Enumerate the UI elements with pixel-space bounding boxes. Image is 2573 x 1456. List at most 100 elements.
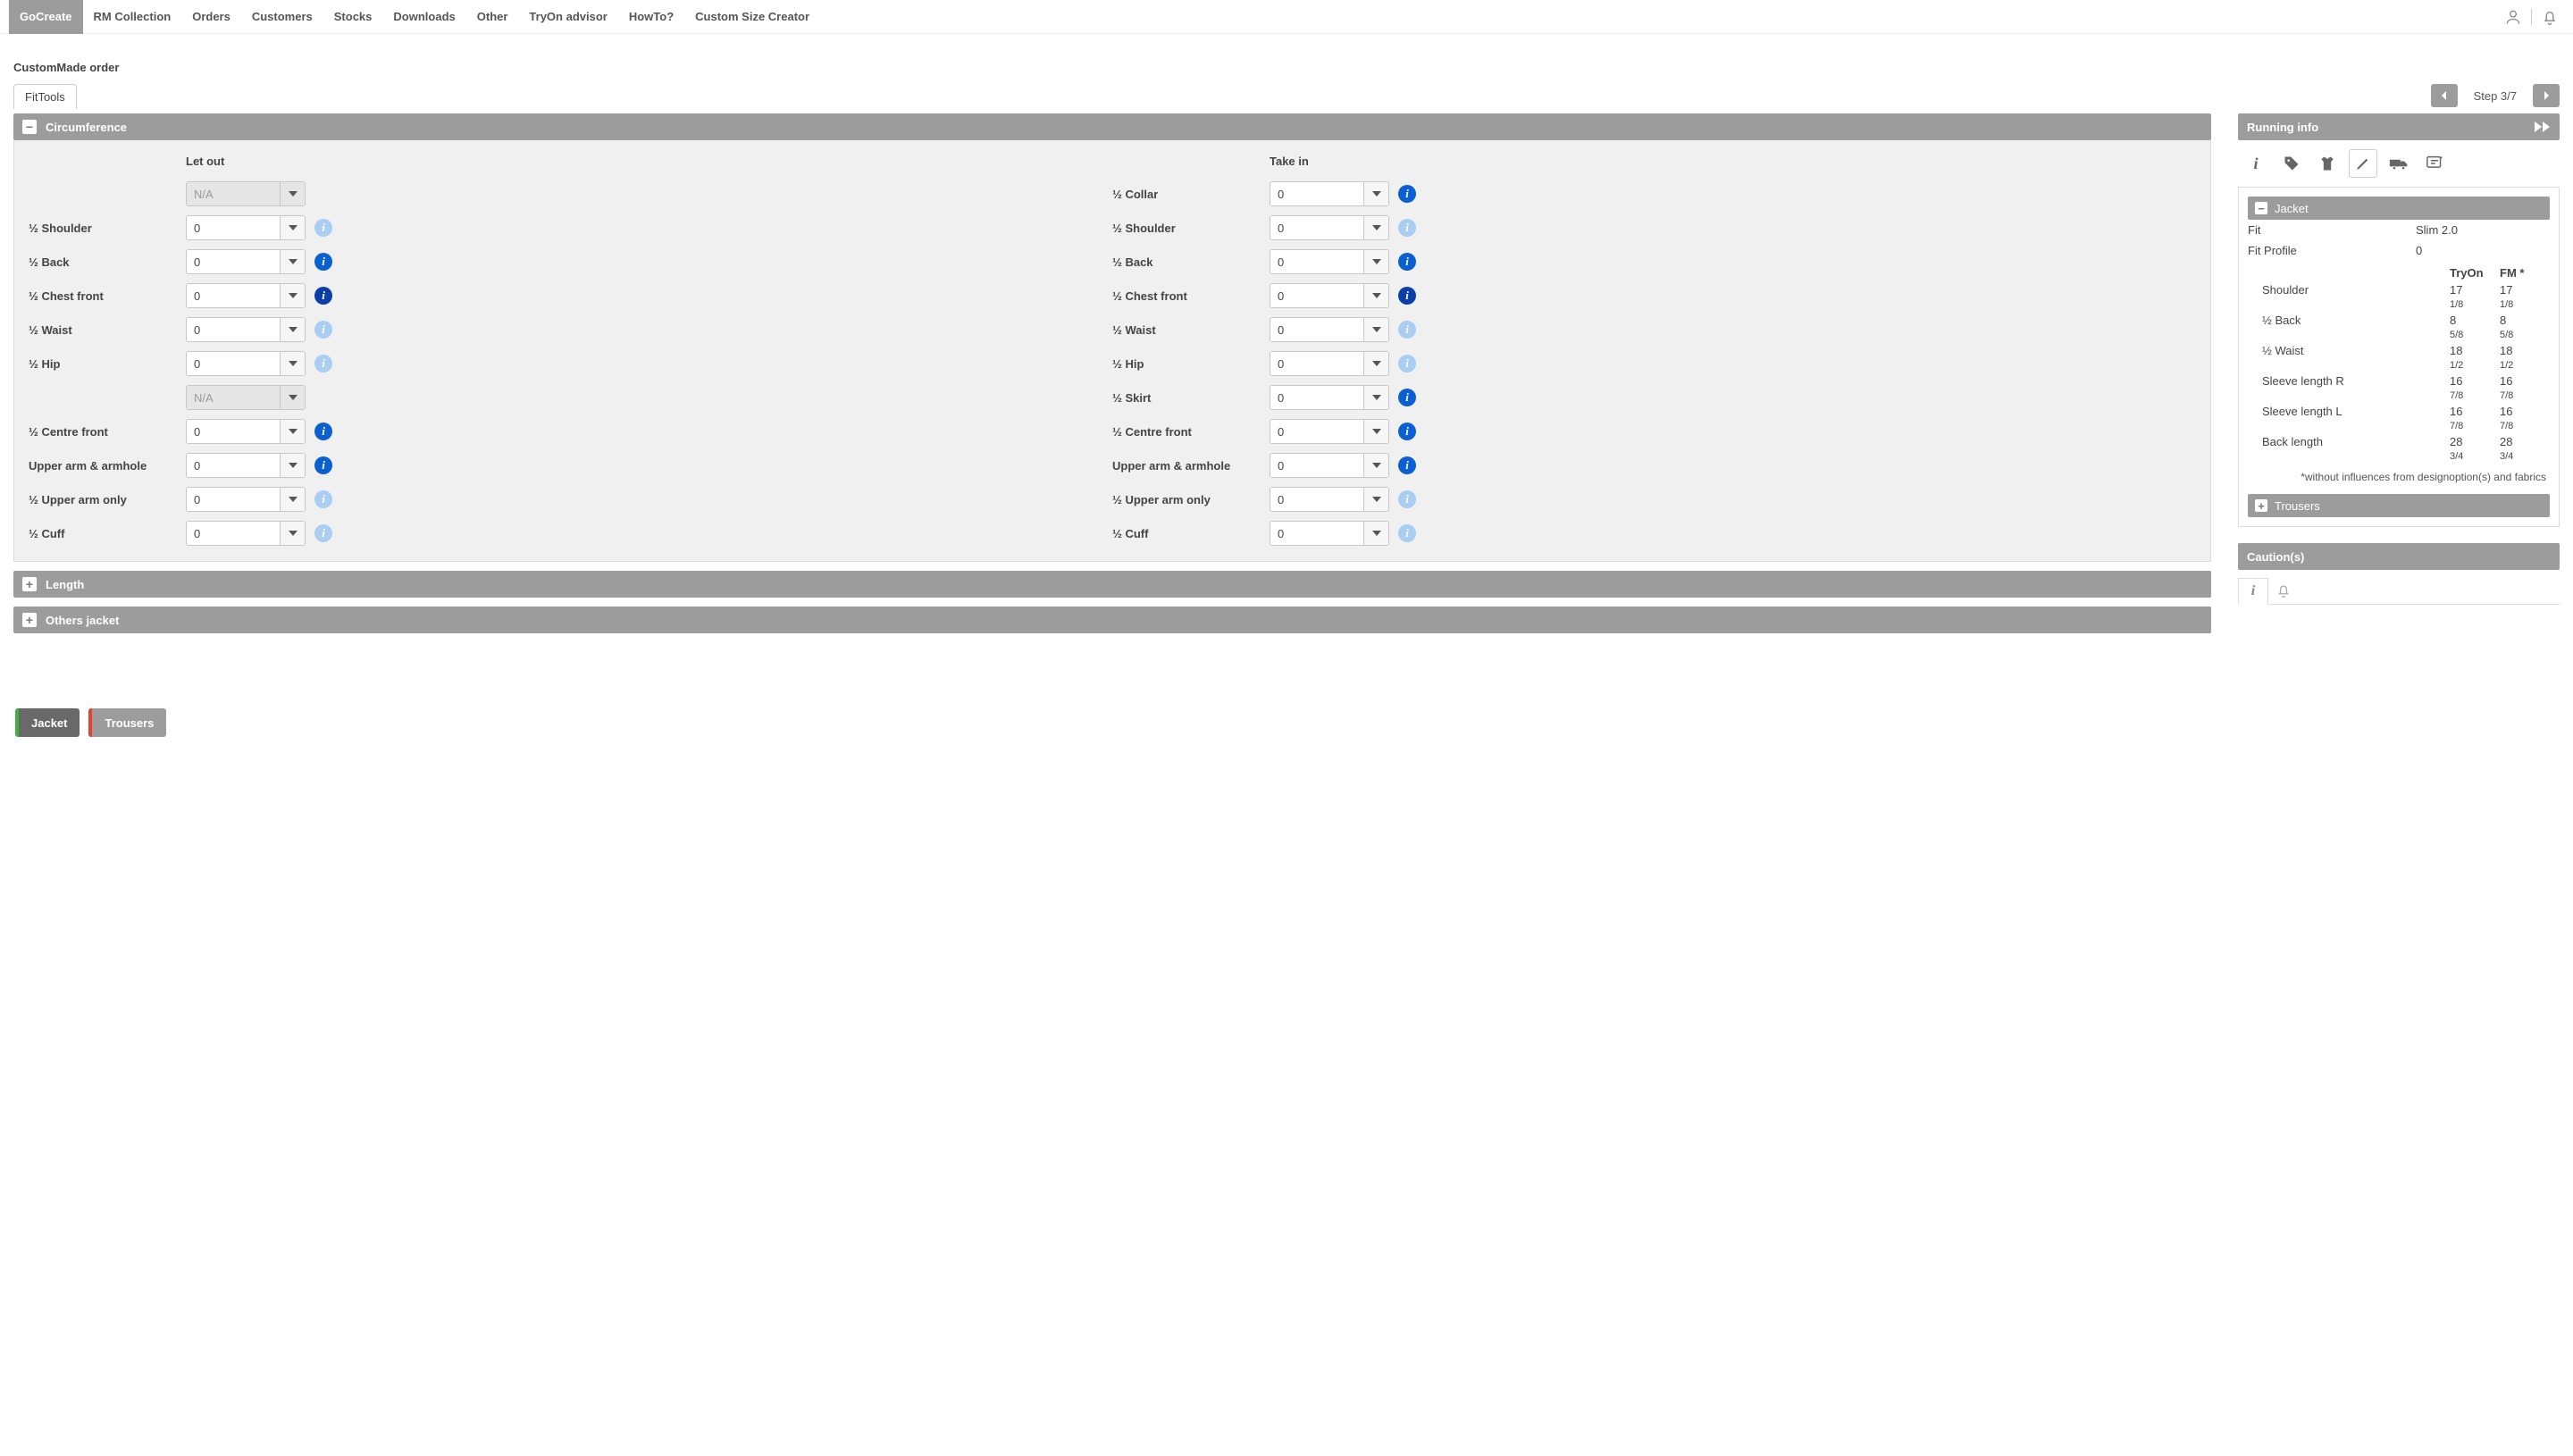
info-icon[interactable]: i <box>1398 524 1416 542</box>
plus-icon[interactable]: + <box>2255 499 2267 512</box>
nav-item-custom-size-creator[interactable]: Custom Size Creator <box>684 0 820 34</box>
nav-item-stocks[interactable]: Stocks <box>323 0 383 34</box>
plus-icon[interactable]: + <box>22 613 37 627</box>
nav-item-downloads[interactable]: Downloads <box>382 0 465 34</box>
section-others-header[interactable]: + Others jacket <box>13 607 2211 633</box>
shirt-tab-icon[interactable] <box>2313 149 2342 178</box>
nav-item-orders[interactable]: Orders <box>181 0 241 34</box>
user-icon[interactable] <box>2502 6 2524 28</box>
info-icon[interactable]: i <box>1398 253 1416 271</box>
value-dropdown[interactable]: 0 <box>186 521 306 546</box>
minus-icon[interactable]: − <box>22 120 37 134</box>
value-dropdown[interactable]: 0 <box>186 453 306 478</box>
chevron-down-icon[interactable] <box>1363 488 1388 511</box>
fast-forward-icon[interactable] <box>2535 121 2551 132</box>
info-icon[interactable]: i <box>1398 490 1416 508</box>
pencil-tab-icon[interactable] <box>2349 149 2377 178</box>
measure-row: Back length283/4283/4 <box>2248 433 2550 464</box>
nav-item-gocreate[interactable]: GoCreate <box>9 0 83 34</box>
info-icon[interactable]: i <box>314 321 332 339</box>
chevron-down-icon[interactable] <box>1363 284 1388 307</box>
letout-row: Upper arm & armhole0i <box>29 448 1112 482</box>
chevron-down-icon[interactable] <box>280 352 305 375</box>
value-dropdown[interactable]: 0 <box>186 351 306 376</box>
value-dropdown[interactable]: 0 <box>1270 385 1389 410</box>
info-icon[interactable]: i <box>314 287 332 305</box>
info-icon[interactable]: i <box>314 355 332 372</box>
chevron-down-icon[interactable] <box>280 284 305 307</box>
running-jacket-header[interactable]: − Jacket <box>2248 197 2550 220</box>
nav-item-customers[interactable]: Customers <box>241 0 323 34</box>
info-tab-icon[interactable]: i <box>2242 149 2270 178</box>
chevron-down-icon[interactable] <box>280 488 305 511</box>
caution-info-tab[interactable]: i <box>2238 578 2268 605</box>
info-icon[interactable]: i <box>1398 423 1416 440</box>
value-dropdown[interactable]: 0 <box>1270 419 1389 444</box>
value-dropdown[interactable]: 0 <box>186 487 306 512</box>
info-icon[interactable]: i <box>1398 456 1416 474</box>
step-next-button[interactable] <box>2533 84 2560 107</box>
value-dropdown[interactable]: 0 <box>1270 351 1389 376</box>
garment-tab-trousers[interactable]: Trousers <box>88 708 166 737</box>
info-icon[interactable]: i <box>314 524 332 542</box>
section-circumference-header[interactable]: − Circumference <box>13 113 2211 140</box>
info-icon[interactable]: i <box>314 253 332 271</box>
plus-icon[interactable]: + <box>22 577 37 591</box>
chevron-down-icon[interactable] <box>1363 522 1388 545</box>
nav-item-other[interactable]: Other <box>466 0 519 34</box>
value-dropdown[interactable]: 0 <box>186 419 306 444</box>
chevron-down-icon[interactable] <box>280 420 305 443</box>
value-dropdown[interactable]: 0 <box>1270 487 1389 512</box>
nav-item-tryon-advisor[interactable]: TryOn advisor <box>518 0 617 34</box>
section-length-header[interactable]: + Length <box>13 571 2211 598</box>
chevron-down-icon[interactable] <box>1363 454 1388 477</box>
note-tab-icon[interactable] <box>2420 149 2449 178</box>
chevron-down-icon[interactable] <box>1363 352 1388 375</box>
value-dropdown[interactable]: 0 <box>1270 317 1389 342</box>
nav-item-rm-collection[interactable]: RM Collection <box>83 0 182 34</box>
chevron-down-icon[interactable] <box>280 216 305 239</box>
bell-icon[interactable] <box>2539 6 2560 28</box>
info-icon[interactable]: i <box>1398 287 1416 305</box>
fit-label: Fit <box>2248 223 2416 237</box>
chevron-down-icon[interactable] <box>1363 182 1388 205</box>
step-prev-button[interactable] <box>2431 84 2458 107</box>
info-icon[interactable]: i <box>1398 321 1416 339</box>
info-icon[interactable]: i <box>1398 389 1416 406</box>
value-dropdown[interactable]: 0 <box>186 249 306 274</box>
chevron-down-icon[interactable] <box>280 318 305 341</box>
chevron-down-icon[interactable] <box>280 522 305 545</box>
tab-fittools[interactable]: FitTools <box>13 84 77 109</box>
chevron-down-icon[interactable] <box>1363 318 1388 341</box>
field-label: ½ Chest front <box>1112 289 1270 303</box>
value-dropdown[interactable]: 0 <box>1270 283 1389 308</box>
tag-tab-icon[interactable] <box>2277 149 2306 178</box>
info-icon[interactable]: i <box>314 490 332 508</box>
info-icon[interactable]: i <box>1398 219 1416 237</box>
info-icon[interactable]: i <box>314 219 332 237</box>
info-icon[interactable]: i <box>314 423 332 440</box>
info-icon[interactable]: i <box>1398 185 1416 203</box>
garment-tab-jacket[interactable]: Jacket <box>15 708 80 737</box>
chevron-down-icon[interactable] <box>1363 250 1388 273</box>
chevron-down-icon[interactable] <box>1363 420 1388 443</box>
value-dropdown[interactable]: 0 <box>186 283 306 308</box>
value-dropdown[interactable]: 0 <box>1270 181 1389 206</box>
value-dropdown[interactable]: 0 <box>1270 215 1389 240</box>
chevron-down-icon[interactable] <box>1363 386 1388 409</box>
chevron-down-icon[interactable] <box>280 250 305 273</box>
chevron-down-icon[interactable] <box>1363 216 1388 239</box>
value-dropdown[interactable]: 0 <box>186 215 306 240</box>
chevron-down-icon[interactable] <box>280 454 305 477</box>
running-trousers-header[interactable]: + Trousers <box>2248 494 2550 517</box>
value-dropdown[interactable]: 0 <box>1270 521 1389 546</box>
minus-icon[interactable]: − <box>2255 202 2267 214</box>
truck-tab-icon[interactable] <box>2384 149 2413 178</box>
value-dropdown[interactable]: 0 <box>1270 453 1389 478</box>
info-icon[interactable]: i <box>314 456 332 474</box>
info-icon[interactable]: i <box>1398 355 1416 372</box>
value-dropdown[interactable]: 0 <box>186 317 306 342</box>
value-dropdown[interactable]: 0 <box>1270 249 1389 274</box>
caution-bell-tab[interactable] <box>2268 577 2299 604</box>
nav-item-howto-[interactable]: HowTo? <box>618 0 684 34</box>
